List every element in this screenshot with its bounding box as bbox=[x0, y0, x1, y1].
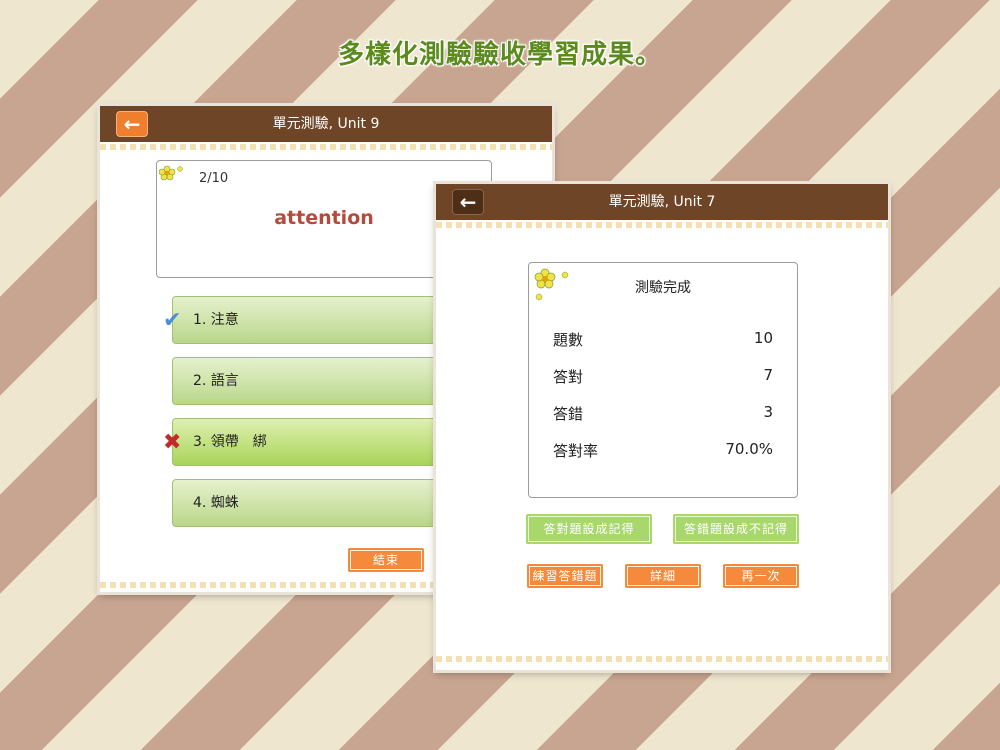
quiz-titlebar: ← 單元測驗, Unit 9 bbox=[100, 106, 552, 142]
decorative-border bbox=[436, 656, 888, 662]
stat-value: 70.0% bbox=[725, 440, 773, 458]
result-card-title: 測驗完成 bbox=[635, 280, 691, 296]
choice-label: 1. 注意 bbox=[193, 312, 239, 328]
stat-label: 答對 bbox=[553, 368, 584, 386]
choice-label: 2. 語言 bbox=[193, 373, 239, 389]
decorative-border bbox=[100, 144, 552, 150]
quiz-title: 單元測驗, Unit 9 bbox=[272, 116, 380, 132]
stat-label: 答錯 bbox=[553, 405, 584, 423]
practice-wrong-button[interactable]: 練習答錯題 bbox=[527, 564, 603, 588]
stat-value: 3 bbox=[763, 403, 773, 421]
decorative-border bbox=[436, 222, 888, 228]
result-card: 測驗完成 題數 10 答對 7 答錯 3 答對率 70.0% bbox=[528, 262, 798, 498]
details-button[interactable]: 詳細 bbox=[625, 564, 701, 588]
result-titlebar: ← 單元測驗, Unit 7 bbox=[436, 184, 888, 220]
choice-label: 4. 蜘蛛 bbox=[193, 495, 239, 511]
choice-4[interactable]: 4. 蜘蛛 bbox=[172, 479, 472, 527]
stat-label: 題數 bbox=[553, 331, 584, 349]
mark-correct-remembered-button[interactable]: 答對題設成記得 bbox=[526, 514, 652, 544]
promo-headline: 多樣化測驗驗收學習成果。 bbox=[337, 40, 662, 70]
flower-icon bbox=[159, 165, 183, 181]
question-progress: 2/10 bbox=[199, 171, 229, 186]
stat-value: 10 bbox=[753, 329, 773, 347]
result-title: 單元測驗, Unit 7 bbox=[608, 194, 716, 210]
back-button[interactable]: ← bbox=[116, 111, 148, 137]
choice-2[interactable]: 2. 語言 bbox=[172, 357, 472, 405]
end-button[interactable]: 結束 bbox=[348, 548, 424, 572]
back-button[interactable]: ← bbox=[452, 189, 484, 215]
arrow-left-icon: ← bbox=[123, 112, 141, 136]
mark-wrong-forgotten-button[interactable]: 答錯題設成不記得 bbox=[673, 514, 799, 544]
result-window: ← 單元測驗, Unit 7 測驗完成 題數 10 答對 7 答錯 3 答對率 … bbox=[436, 184, 888, 670]
check-icon: ✔ bbox=[163, 308, 182, 333]
choice-1[interactable]: ✔ 1. 注意 bbox=[163, 296, 472, 344]
cross-icon: ✖ bbox=[163, 430, 182, 455]
retry-button[interactable]: 再一次 bbox=[723, 564, 799, 588]
arrow-left-icon: ← bbox=[459, 190, 477, 214]
stat-label: 答對率 bbox=[553, 442, 599, 460]
choice-3[interactable]: ✖ 3. 領帶 綁 bbox=[163, 418, 472, 466]
stat-value: 7 bbox=[763, 366, 773, 384]
choice-label: 3. 領帶 綁 bbox=[193, 434, 267, 450]
